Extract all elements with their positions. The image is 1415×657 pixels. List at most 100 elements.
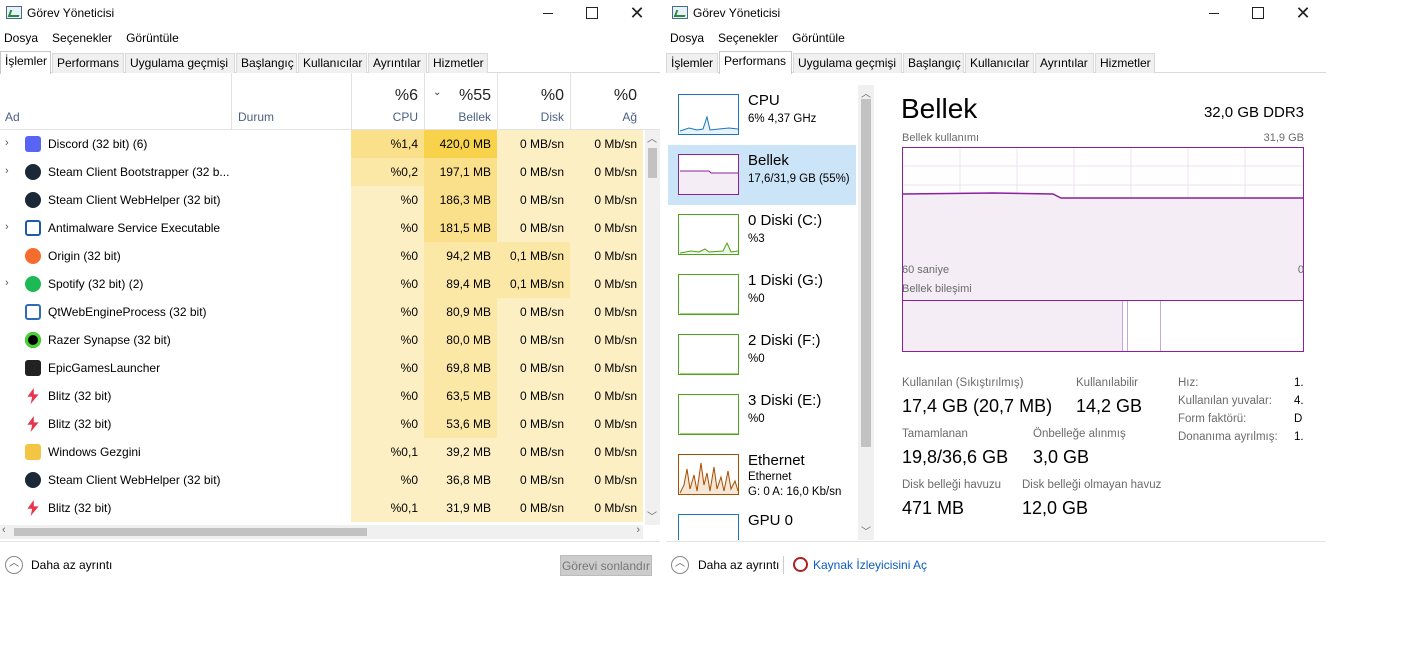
chevron-up-icon[interactable]: ︿ [671,556,689,574]
scroll-down-icon[interactable]: ﹀ [647,508,657,523]
tab-users[interactable]: Kullanıcılar [298,53,367,73]
table-row[interactable]: Origin (32 bit) %0 94,2 MB 0,1 MB/sn 0 Mb/sn [0,242,660,270]
scroll-up-icon[interactable]: ︿ [647,130,657,145]
table-row[interactable]: Blitz (32 bit) %0 63,5 MB 0 MB/sn 0 Mb/sn [0,382,660,410]
table-row[interactable]: Steam Client WebHelper (32 bit) %0 36,8 MB… [0,466,660,494]
tab-startup[interactable]: Başlangıç [236,53,297,73]
sidebar-item-1-diski-g[interactable]: 1 Diski (G:) %0 [668,265,856,325]
graph-time-right: 0 [1297,264,1304,276]
fewer-details-link[interactable]: Daha az ayrıntı [698,558,779,572]
expand-chevron-icon[interactable]: › [5,165,9,177]
cell-disk: 0 MB/sn [497,382,570,410]
sidebar-item-cpu[interactable]: CPU 6% 4,37 GHz [668,85,856,145]
menu-file[interactable]: Dosya [4,28,38,48]
maximize-button[interactable] [569,0,615,26]
scroll-left-icon[interactable]: ‹ [2,524,6,536]
cell-net: 0 Mb/sn [570,326,643,354]
table-row[interactable]: › Spotify (32 bit) (2) %0 89,4 MB 0,1 MB/sn 0… [0,270,660,298]
title-bar[interactable]: Görev Yöneticisi ✕ [666,0,1326,26]
discord-icon [25,136,41,152]
menu-options[interactable]: Seçenekler [718,28,778,48]
cell-cpu: %0,1 [351,494,424,522]
menu-view[interactable]: Görüntüle [126,28,179,48]
hscroll-thumb[interactable] [14,528,367,536]
table-row[interactable]: QtWebEngineProcess (32 bit) %0 80,9 MB 0 MB… [0,298,660,326]
col-network-header[interactable]: %0 Ağ [570,73,643,129]
table-row[interactable]: › Steam Client Bootstrapper (32 b... %0,2 1… [0,158,660,186]
tab-startup[interactable]: Başlangıç [903,53,964,73]
table-row[interactable]: › Discord (32 bit) (6) %1,4 420,0 MB 0 MB/sn… [0,130,660,158]
expand-chevron-icon[interactable]: › [5,277,9,289]
tab-performance[interactable]: Performans [52,53,124,73]
scroll-thumb[interactable] [861,99,871,447]
sidebar-item-0-diski-c[interactable]: 0 Diski (C:) %3 [668,205,856,265]
table-row[interactable]: EpicGamesLauncher %0 69,8 MB 0 MB/sn 0 Mb/sn [0,354,660,382]
col-status-header[interactable]: Durum [231,73,351,129]
table-row[interactable]: Windows Gezgini %0,1 39,2 MB 0 MB/sn 0 Mb/sn [0,438,660,466]
fewer-details-link[interactable]: Daha az ayrıntı [31,558,112,572]
menu-options[interactable]: Seçenekler [52,28,112,48]
spotify-icon [25,276,41,292]
origin-icon [25,248,41,264]
tab-users[interactable]: Kullanıcılar [965,53,1034,73]
menu-bar: Dosya Seçenekler Görüntüle [666,28,1326,48]
tab-performance[interactable]: Performans [719,51,792,74]
table-row[interactable]: Steam Client WebHelper (32 bit) %0 186,3 M… [0,186,660,214]
cell-cpu: %0 [351,382,424,410]
title-bar[interactable]: Görev Yöneticisi ✕ [0,0,660,26]
table-row[interactable]: › Antimalware Service Executable %0 181,5 M… [0,214,660,242]
cell-disk: 0 MB/sn [497,494,570,522]
cell-mem: 197,1 MB [424,158,497,186]
expand-chevron-icon[interactable]: › [5,221,9,233]
folder-icon [25,444,41,460]
tab-app-history[interactable]: Uygulama geçmişi [793,53,902,73]
process-name: Razer Synapse (32 bit) [48,333,171,347]
maximize-button[interactable] [1235,0,1281,26]
scroll-thumb[interactable] [648,148,657,178]
menu-view[interactable]: Görüntüle [792,28,845,48]
table-row[interactable]: Razer Synapse (32 bit) %0 80,0 MB 0 MB/sn 0 … [0,326,660,354]
minimize-button[interactable] [1191,0,1237,26]
open-resource-monitor-link[interactable]: Kaynak İzleyicisini Aç [813,558,927,572]
sidebar-item-2-diski-f[interactable]: 2 Diski (F:) %0 [668,325,856,385]
col-disk-header[interactable]: %0 Disk [497,73,570,129]
end-task-button[interactable]: Görevi sonlandır [560,555,652,576]
sidebar-scrollbar[interactable]: ︿ ﹀ [858,85,874,540]
sidebar-item-gpu-0[interactable]: GPU 0 [668,505,856,540]
scroll-up-icon[interactable]: ︿ [861,85,871,100]
slots-value: 4. [1294,395,1304,407]
vertical-scrollbar[interactable]: ︿ ﹀ [645,130,660,525]
tab-services[interactable]: Hizmetler [428,53,488,73]
cell-mem: 186,3 MB [424,186,497,214]
mini-graph [678,274,739,315]
chevron-up-icon[interactable]: ︿ [5,556,23,574]
table-row[interactable]: Blitz (32 bit) %0,1 31,9 MB 0 MB/sn 0 Mb/sn [0,494,660,522]
minimize-button[interactable] [525,0,571,26]
col-cpu-header[interactable]: %6 CPU [351,73,424,129]
menu-file[interactable]: Dosya [670,28,704,48]
steam-icon [25,192,41,208]
scroll-down-icon[interactable]: ﹀ [861,523,871,538]
scroll-right-icon[interactable]: › [636,524,640,536]
tab-app-history[interactable]: Uygulama geçmişi [125,53,235,73]
expand-chevron-icon[interactable]: › [5,137,9,149]
horizontal-scrollbar[interactable]: ‹ › [0,524,643,539]
sidebar-item-bellek[interactable]: Bellek 17,6/31,9 GB (55%) [668,145,856,205]
sidebar-item-ethernet[interactable]: Ethernet Ethernet G: 0 A: 16,0 Kb/sn [668,445,856,505]
blitz-icon [27,388,39,404]
table-row[interactable]: Blitz (32 bit) %0 53,6 MB 0 MB/sn 0 Mb/sn [0,410,660,438]
tab-processes[interactable]: İşlemler [0,51,51,74]
sidebar-item-3-diski-e[interactable]: 3 Diski (E:) %0 [668,385,856,445]
close-button[interactable]: ✕ [614,0,660,26]
cell-disk: 0 MB/sn [497,466,570,494]
sidebar-item-subtitle: %0 [748,413,765,425]
sidebar-item-subtitle: %3 [748,233,765,245]
close-button[interactable]: ✕ [1280,0,1326,26]
tab-details[interactable]: Ayrıntılar [368,53,427,73]
tab-services[interactable]: Hizmetler [1095,53,1155,73]
tab-details[interactable]: Ayrıntılar [1035,53,1094,73]
col-memory-header[interactable]: ⌄ %55 Bellek [424,73,497,129]
col-name-header[interactable]: Ad [0,73,231,129]
tab-processes[interactable]: İşlemler [666,53,718,73]
mini-graph [678,394,739,435]
